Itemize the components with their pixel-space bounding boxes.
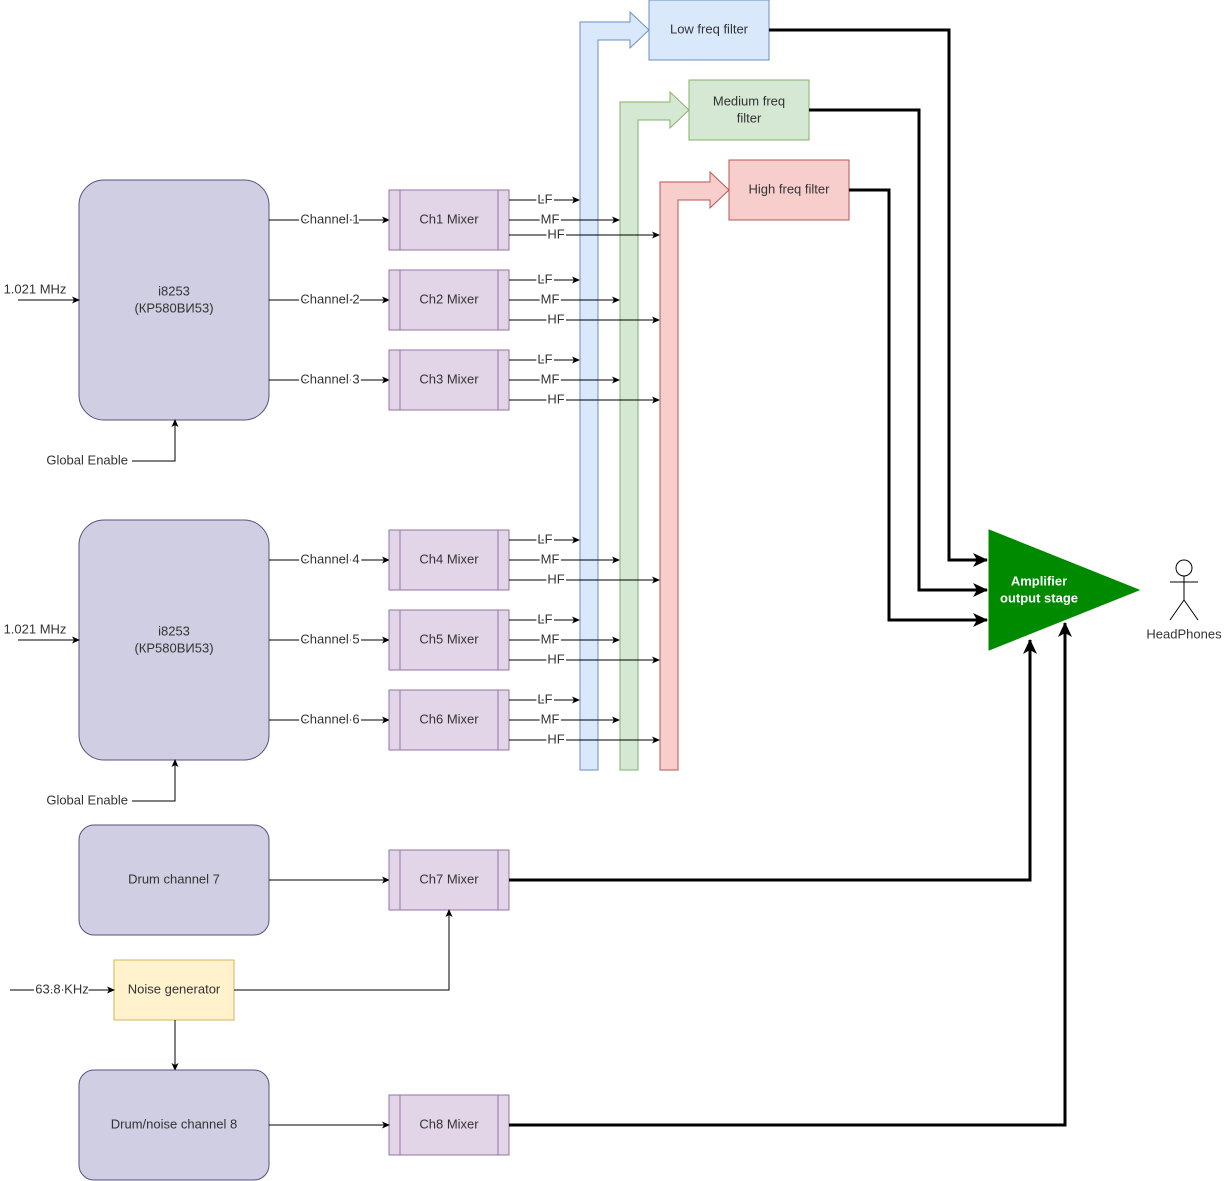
noise-clock-label: 63.8 KHz <box>35 981 88 996</box>
lf-label: LF <box>537 271 552 286</box>
mf-label: MF <box>541 211 560 226</box>
amplifier-label: Amplifier <box>1011 573 1067 588</box>
low-freq-bus-arrow <box>579 10 650 771</box>
hf-label: HF <box>547 651 564 666</box>
chip-part-number: (КР580ВИ53) <box>134 300 213 315</box>
high-filter-label: High freq filter <box>749 181 831 196</box>
channel-label: Channel 1 <box>300 211 359 226</box>
hf-label: HF <box>547 226 564 241</box>
mixer-label: Ch8 Mixer <box>419 1116 479 1131</box>
mf-label: MF <box>541 291 560 306</box>
clock-frequency-label: 1.021 MHz <box>4 621 67 636</box>
lf-label: LF <box>537 691 552 706</box>
mixer-label: Ch7 Mixer <box>419 871 479 886</box>
chip-name: i8253 <box>158 283 190 298</box>
global-enable-label: Global Enable <box>46 452 128 467</box>
amplifier-label-2: output stage <box>1000 590 1078 605</box>
headphones-label: HeadPhones <box>1146 626 1222 641</box>
mixer-label: Ch5 Mixer <box>419 631 479 646</box>
actor-head <box>1175 559 1193 577</box>
channel-label: Channel 4 <box>300 551 359 566</box>
hf-label: HF <box>547 391 564 406</box>
lf-label: LF <box>537 611 552 626</box>
channel-label: Channel 2 <box>300 291 359 306</box>
drum-channel-7-label: Drum channel 7 <box>128 871 220 886</box>
mixer-label: Ch2 Mixer <box>419 291 479 306</box>
noise-generator-label: Noise generator <box>128 981 221 996</box>
high-freq-bus-arrow <box>659 170 730 771</box>
mf-label: MF <box>541 711 560 726</box>
mf-label: MF <box>541 371 560 386</box>
clock-frequency-label: 1.021 MHz <box>4 281 67 296</box>
global-enable-arrow <box>132 759 179 802</box>
lf-label: LF <box>537 351 552 366</box>
lf-label: LF <box>537 531 552 546</box>
mixer-label: Ch6 Mixer <box>419 711 479 726</box>
mixer-label: Ch4 Mixer <box>419 551 479 566</box>
mixer-label: Ch3 Mixer <box>419 371 479 386</box>
global-enable-label: Global Enable <box>46 792 128 807</box>
hf-label: HF <box>547 731 564 746</box>
channel-label: Channel 3 <box>300 371 359 386</box>
chip-part-number: (КР580ВИ53) <box>134 640 213 655</box>
block-diagram: Low freq filter Medium freq filter High fre… <box>4 0 1222 1181</box>
headphones-actor-icon <box>1169 559 1199 621</box>
mf-label: MF <box>541 551 560 566</box>
drum-noise-channel-8-label: Drum/noise channel 8 <box>111 1116 237 1131</box>
lf-label: LF <box>537 191 552 206</box>
mixer-label: Ch1 Mixer <box>419 211 479 226</box>
medium-filter-label: Medium freq <box>713 93 785 108</box>
low-filter-label: Low freq filter <box>670 21 749 36</box>
channel-label: Channel 6 <box>300 711 359 726</box>
medium-filter-label-2: filter <box>737 110 762 125</box>
hf-label: HF <box>547 311 564 326</box>
hf-label: HF <box>547 571 564 586</box>
diagram-canvas: Low freq filter Medium freq filter High fre… <box>0 0 1225 1181</box>
mf-label: MF <box>541 631 560 646</box>
actor-body <box>1169 576 1199 621</box>
channel-label: Channel 5 <box>300 631 359 646</box>
chip-name: i8253 <box>158 623 190 638</box>
global-enable-arrow <box>132 419 179 462</box>
